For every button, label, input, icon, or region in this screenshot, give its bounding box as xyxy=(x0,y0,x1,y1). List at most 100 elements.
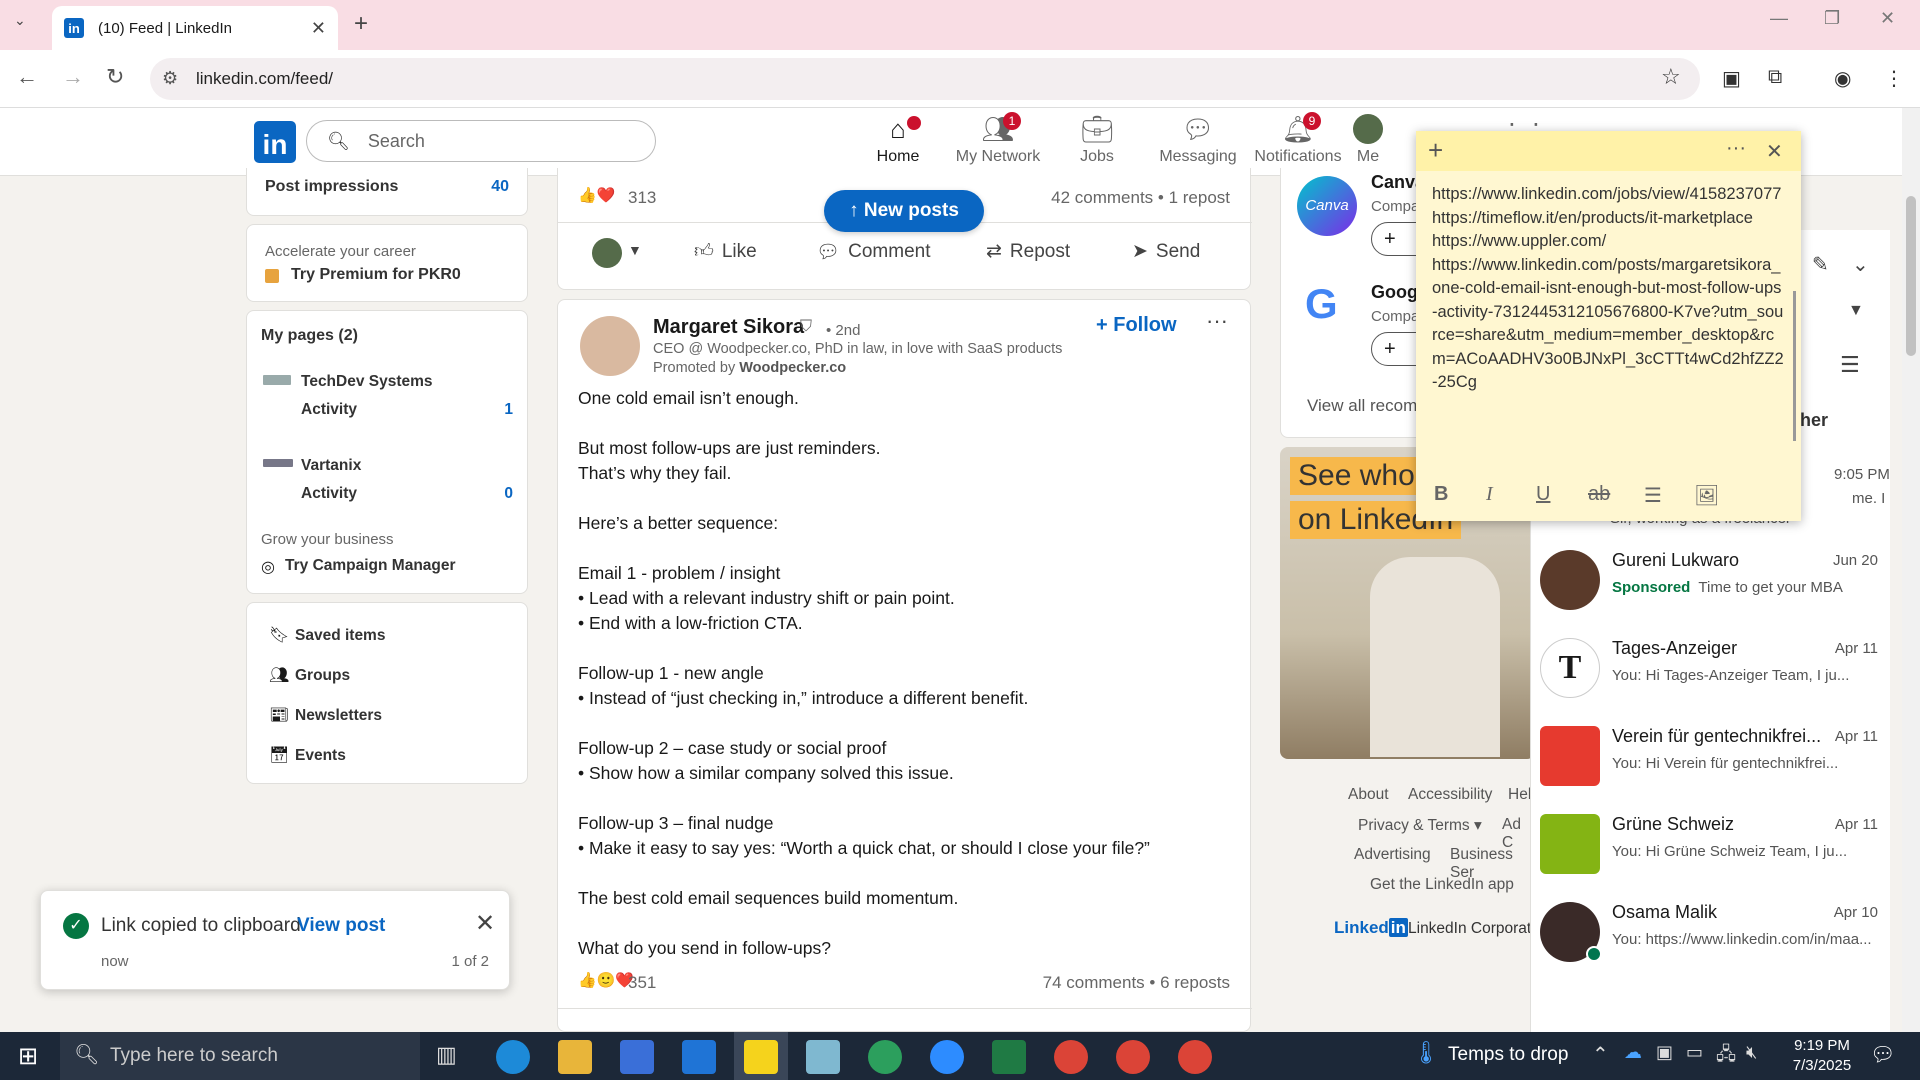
chrome-icon[interactable] xyxy=(1054,1040,1088,1074)
page-activity-label[interactable]: Activity xyxy=(301,485,357,503)
note-menu-icon[interactable]: ··· xyxy=(1726,137,1746,160)
weather-text[interactable]: Temps to drop xyxy=(1448,1044,1568,1066)
reload-icon[interactable]: ↻ xyxy=(106,64,124,90)
battery-icon[interactable]: ▭ xyxy=(1686,1042,1703,1063)
nav-messaging[interactable]: 💬︎ Messaging xyxy=(1143,114,1253,166)
extension-icon[interactable]: ▣ xyxy=(1722,66,1741,91)
comments-reposts-count[interactable]: 74 comments • 6 reposts xyxy=(1043,973,1230,993)
dropdown-caret-icon[interactable]: ▼ xyxy=(1848,302,1864,320)
chrome-icon[interactable] xyxy=(1116,1040,1150,1074)
page-activity-label[interactable]: Activity xyxy=(301,401,357,419)
view-all-recommendations-link[interactable]: View all recom xyxy=(1307,396,1417,416)
comments-reposts-count[interactable]: 42 comments • 1 repost xyxy=(1051,188,1230,208)
notification-center-icon[interactable]: 💬︎ xyxy=(1870,1042,1895,1067)
windows-start-icon[interactable]: ⊞ xyxy=(18,1042,38,1071)
author-name[interactable]: Margaret Sikora xyxy=(653,316,804,339)
note-close-icon[interactable]: ✕ xyxy=(1766,139,1783,164)
forward-arrow-icon[interactable]: → xyxy=(62,64,84,90)
note-scrollbar[interactable] xyxy=(1793,291,1796,441)
address-bar-input[interactable]: linkedin.com/feed/ xyxy=(150,58,1700,100)
send-button[interactable]: ➤ Send xyxy=(1132,240,1200,263)
microsoft-store-icon[interactable] xyxy=(620,1040,654,1074)
italic-button[interactable]: I xyxy=(1486,483,1493,506)
insert-image-icon[interactable]: 🖼 xyxy=(1694,483,1719,508)
tray-overflow-icon[interactable]: ⌃ xyxy=(1592,1042,1609,1067)
google-logo-icon[interactable]: G xyxy=(1305,280,1338,328)
actor-dropdown-icon[interactable]: ▼ xyxy=(628,242,642,258)
browser-tab-linkedin[interactable]: in (10) Feed | LinkedIn ✕ xyxy=(52,6,338,50)
reaction-count[interactable]: 351 xyxy=(628,973,656,993)
filter-icon[interactable]: ☰ xyxy=(1840,352,1860,378)
underline-button[interactable]: U xyxy=(1536,483,1550,506)
page-scrollbar[interactable] xyxy=(1902,108,1920,1032)
strikethrough-button[interactable]: ab xyxy=(1588,483,1610,506)
groups-link[interactable]: Groups xyxy=(295,667,350,685)
close-window-icon[interactable]: ✕ xyxy=(1880,8,1895,29)
more-options-icon[interactable]: ··· xyxy=(1206,308,1228,334)
messaging-other-tab[interactable]: her xyxy=(1800,410,1828,431)
close-tab-icon[interactable]: ✕ xyxy=(311,18,326,39)
tab-search-chevron-icon[interactable]: ⌄ xyxy=(14,12,26,29)
browser-menu-icon[interactable]: ⋮ xyxy=(1884,66,1904,91)
message-item[interactable]: Gureni Lukwaro Jun 20 Sponsored Time to … xyxy=(1532,536,1888,624)
bullet-list-icon[interactable]: ☰ xyxy=(1644,483,1662,508)
campaign-manager-cta[interactable]: Try Campaign Manager xyxy=(285,557,456,575)
toast-close-icon[interactable]: ✕ xyxy=(475,909,495,938)
taskbar-search-input[interactable]: Type here to search xyxy=(60,1032,420,1080)
excel-icon[interactable] xyxy=(992,1040,1026,1074)
page-activity-count[interactable]: 0 xyxy=(504,485,513,503)
task-view-icon[interactable]: ▥ xyxy=(436,1042,457,1068)
page-activity-count[interactable]: 1 xyxy=(504,401,513,419)
author-avatar[interactable] xyxy=(580,316,640,376)
bold-button[interactable]: B xyxy=(1434,483,1448,506)
linkedin-search-input[interactable]: 🔍︎ Search xyxy=(306,120,656,162)
linkedin-logo-icon[interactable]: in xyxy=(254,121,296,163)
comment-button[interactable]: 💬︎ Comment xyxy=(816,240,930,264)
collapse-chevron-icon[interactable]: ⌄ xyxy=(1852,252,1869,277)
bookmark-star-icon[interactable]: ☆ xyxy=(1661,64,1681,90)
newsletters-link[interactable]: Newsletters xyxy=(295,707,382,725)
back-arrow-icon[interactable]: ← xyxy=(16,64,38,90)
extensions-puzzle-icon[interactable]: ⧉ xyxy=(1768,66,1782,89)
footer-help[interactable]: Hel xyxy=(1508,786,1531,804)
zoom-icon[interactable] xyxy=(930,1040,964,1074)
nav-home[interactable]: ⌂ Home xyxy=(843,114,953,166)
new-tab-plus-icon[interactable]: + xyxy=(354,10,368,38)
volume-muted-icon[interactable]: 🔇︎ xyxy=(1746,1042,1757,1063)
new-posts-button[interactable]: ↑ New posts xyxy=(824,190,984,232)
post-impressions-value[interactable]: 40 xyxy=(491,178,509,196)
events-link[interactable]: Events xyxy=(295,747,346,765)
sticky-notes-icon[interactable] xyxy=(744,1040,778,1074)
message-item[interactable]: Verein für gentechnikfrei... Apr 11 You:… xyxy=(1532,712,1888,800)
toast-view-post-link[interactable]: View post xyxy=(297,915,385,937)
compose-message-icon[interactable]: ✎ xyxy=(1812,252,1829,277)
page-name-techdev[interactable]: TechDev Systems xyxy=(301,373,433,391)
site-info-icon[interactable]: ⚙ xyxy=(162,68,178,89)
page-name-vartanix[interactable]: Vartanix xyxy=(301,457,361,475)
mail-icon[interactable] xyxy=(682,1040,716,1074)
file-explorer-icon[interactable] xyxy=(558,1040,592,1074)
footer-get-app[interactable]: Get the LinkedIn app xyxy=(1370,876,1514,894)
premium-cta[interactable]: Try Premium for PKR0 xyxy=(291,266,461,284)
footer-accessibility[interactable]: Accessibility xyxy=(1408,786,1492,804)
actor-avatar[interactable] xyxy=(592,238,622,268)
scrollbar-thumb[interactable] xyxy=(1906,196,1916,356)
reaction-count[interactable]: 313 xyxy=(628,188,656,208)
premium-card[interactable]: Accelerate your career Try Premium for P… xyxy=(246,224,528,302)
footer-privacy-terms[interactable]: Privacy & Terms ▾ xyxy=(1358,816,1482,835)
like-button[interactable]: 👍︎ Like xyxy=(694,240,757,263)
app-icon[interactable] xyxy=(806,1040,840,1074)
footer-about[interactable]: About xyxy=(1348,786,1389,804)
nav-me[interactable]: Me xyxy=(1343,114,1393,166)
footer-advertising[interactable]: Advertising xyxy=(1354,846,1431,864)
restore-icon[interactable]: ❐ xyxy=(1824,8,1840,29)
minimize-icon[interactable]: — xyxy=(1770,8,1788,29)
my-pages-title[interactable]: My pages (2) xyxy=(261,327,358,345)
edge-browser-icon[interactable] xyxy=(496,1040,530,1074)
chrome-icon[interactable] xyxy=(1178,1040,1212,1074)
repost-button[interactable]: ⇄ Repost xyxy=(986,240,1070,263)
chrome-icon[interactable] xyxy=(868,1040,902,1074)
new-note-plus-icon[interactable]: + xyxy=(1428,135,1443,166)
onedrive-icon[interactable]: ☁ xyxy=(1624,1042,1642,1063)
tray-icon[interactable]: ▣ xyxy=(1656,1042,1673,1063)
